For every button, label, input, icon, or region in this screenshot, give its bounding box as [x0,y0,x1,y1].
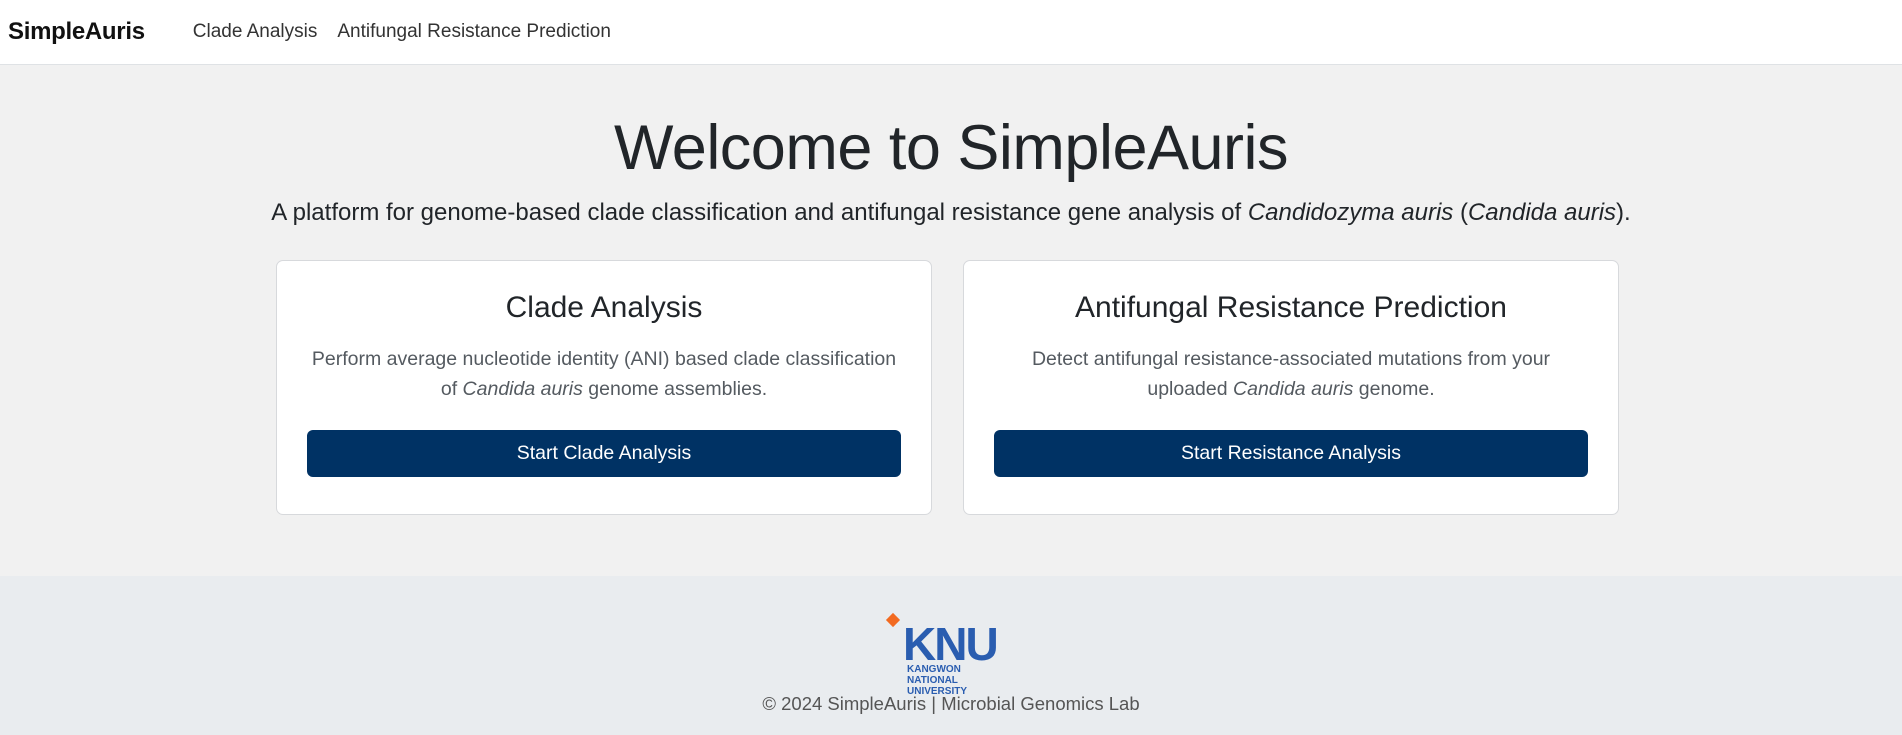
subtitle-species: Candidozyma auris [1247,199,1454,226]
knu-logo: KNU KANGWON NATIONAL UNIVERSITY [885,612,1010,697]
resistance-prediction-card: Antifungal Resistance Prediction Detect … [963,260,1619,515]
brand-logo-text[interactable]: SimpleAuris [8,18,145,46]
hero-section: Welcome to SimpleAuris A platform for ge… [0,65,1902,576]
card-desc-suffix: genome. [1353,378,1435,400]
card-description: Perform average nucleotide identity (ANI… [307,344,901,404]
card-desc-species: Candida auris [462,378,583,400]
subtitle-text: A platform for genome-based clade classi… [271,199,1248,226]
logo-line-1: KANGWON NATIONAL [907,664,961,686]
logo-word: KNU [903,618,997,664]
hero-subtitle: A platform for genome-based clade classi… [0,199,1902,227]
copyright-text: © 2024 SimpleAuris | Microbial Genomics … [762,693,1140,714]
knu-logo-mark: KNU [885,612,999,670]
start-resistance-analysis-button[interactable]: Start Resistance Analysis [994,430,1588,477]
subtitle-synonym: Candida auris [1467,199,1617,226]
nav-link-clade-analysis[interactable]: Clade Analysis [193,21,318,43]
feature-cards: Clade Analysis Perform average nucleotid… [276,260,1619,515]
card-desc-suffix: genome assemblies. [582,378,768,400]
subtitle-paren: ( [1453,199,1468,226]
page-footer: KNU KANGWON NATIONAL UNIVERSITY © 2024 S… [0,576,1902,735]
card-title: Clade Analysis [505,291,703,324]
start-clade-analysis-button[interactable]: Start Clade Analysis [307,430,901,477]
page-title: Welcome to SimpleAuris [613,113,1289,183]
nav-link-resistance-prediction[interactable]: Antifungal Resistance Prediction [337,21,611,43]
clade-analysis-card: Clade Analysis Perform average nucleotid… [276,260,932,515]
top-navbar: SimpleAuris Clade Analysis Antifungal Re… [0,0,1902,65]
card-description: Detect antifungal resistance-associated … [994,344,1588,404]
card-title: Antifungal Resistance Prediction [1075,291,1507,324]
card-desc-species: Candida auris [1233,378,1354,400]
subtitle-suffix: ). [1616,199,1631,226]
